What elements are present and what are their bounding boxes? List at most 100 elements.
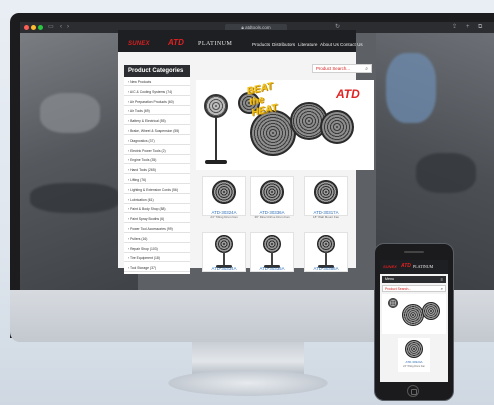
category-item[interactable]: › Lighting & Extension Cords (56)	[124, 186, 190, 194]
mobile-product-card[interactable]: ATD-30324A 24" Tilting Drum Fan	[398, 338, 430, 372]
product-description: 18" Wall Mount Fan	[312, 215, 340, 219]
minimize-window-button[interactable]	[31, 25, 36, 30]
product-image	[223, 252, 225, 266]
platinum-logo[interactable]: PLATINUM	[198, 40, 248, 48]
category-label: Paint & Body Shop (88)	[130, 207, 166, 212]
product-image	[325, 252, 327, 266]
mobile-menu-bar[interactable]: Menu ≡	[382, 276, 446, 283]
category-item[interactable]: › Engine Tools (35)	[124, 156, 190, 165]
iphone-speaker	[404, 251, 424, 253]
nav-literature[interactable]: Literature	[298, 42, 317, 48]
category-item[interactable]: › New Products	[124, 78, 190, 86]
category-item[interactable]: › Air Preparation Products (60)	[124, 98, 190, 106]
category-label: Tool Storage (37)	[130, 266, 157, 271]
category-label: New Products	[130, 80, 152, 84]
category-item[interactable]: › Electric Power Tools (2)	[124, 147, 190, 155]
iphone-home-button[interactable]	[407, 385, 419, 397]
category-label: Lubrication (61)	[130, 197, 154, 202]
mobile-product-sku[interactable]: ATD-30324A	[398, 360, 430, 364]
category-item[interactable]: › Diagnostics (37)	[124, 137, 190, 145]
mobile-fan-image	[388, 298, 398, 308]
new-tab-icon[interactable]: +	[466, 23, 470, 32]
product-description: Pedestal Fan	[263, 271, 281, 275]
category-label: Engine Tools (35)	[130, 158, 157, 163]
category-label: Diagnostics (37)	[130, 138, 155, 143]
product-description: Wall Mount Fan	[315, 271, 337, 275]
pedestal-base	[205, 160, 227, 164]
sidebar-title: Product Categories	[124, 65, 190, 77]
atd-logo[interactable]: ATD	[168, 39, 186, 47]
product-description: 36" Direct Drive Drum Fan	[254, 215, 290, 219]
product-image	[317, 235, 335, 253]
category-label: Lifting (76)	[130, 178, 147, 182]
mobile-search-input[interactable]: Product Search... ⌕	[382, 285, 446, 292]
mobile-product-image	[405, 340, 423, 358]
mobile-drum-fan-image	[422, 302, 440, 320]
category-item[interactable]: › Battery & Electrical (55)	[124, 117, 190, 126]
pedestal-fan-image	[204, 94, 228, 118]
share-icon[interactable]: ⇪	[452, 23, 457, 32]
mobile-banner[interactable]	[382, 294, 446, 334]
category-label: Pullers (16)	[130, 236, 148, 241]
forward-arrow-icon[interactable]: ›	[67, 23, 69, 32]
category-label: Air Tools (69)	[129, 109, 150, 114]
category-item[interactable]: › Hand Tools (265)	[124, 166, 190, 175]
mobile-sunex-logo[interactable]: SUNEX	[383, 264, 397, 269]
back-arrow-icon[interactable]: ‹	[60, 23, 62, 32]
category-label: Paint Spray Booths (6)	[130, 217, 165, 222]
mobile-search-placeholder: Product Search...	[385, 287, 412, 291]
category-label: Power Tool Accessories (99)	[130, 227, 173, 231]
sunex-logo[interactable]: SUNEX	[128, 41, 164, 47]
product-image	[260, 180, 284, 204]
drum-fan-image	[320, 110, 354, 144]
close-window-button[interactable]	[24, 25, 29, 30]
nav-products[interactable]: Products	[252, 42, 270, 48]
imac-stand-foot	[168, 370, 328, 396]
mobile-header: SUNEX ATD PLATINUM	[380, 260, 448, 274]
category-item[interactable]: › Pullers (16)	[124, 235, 190, 243]
mobile-drum-fan-image	[402, 304, 424, 326]
zoom-window-button[interactable]	[38, 25, 43, 30]
category-item[interactable]: › Repair Shop (103)	[124, 245, 190, 253]
hamburger-icon[interactable]: ≡	[441, 276, 443, 283]
product-image	[263, 235, 281, 253]
search-icon[interactable]: ⌕	[365, 65, 368, 73]
tabs-overview-icon[interactable]: ⧉	[478, 23, 482, 32]
mobile-product-desc: 24" Tilting Drum Fan	[403, 365, 425, 368]
iphone-screen: SUNEX ATD PLATINUM Menu ≡ Product Search…	[380, 260, 448, 382]
product-image	[271, 252, 273, 266]
nav-distributors[interactable]: Distributors	[272, 42, 295, 48]
category-label: Battery & Electrical (55)	[130, 119, 166, 124]
category-item[interactable]: › Tool Storage (37)	[124, 264, 190, 273]
search-placeholder: Product Search...	[316, 66, 350, 71]
category-item[interactable]: › Lifting (76)	[124, 176, 190, 184]
category-label: A/C & Cooling Systems (74)	[129, 89, 173, 94]
category-item[interactable]: › Paint Spray Booths (6)	[124, 215, 190, 224]
category-item[interactable]: › Lubrication (61)	[124, 196, 190, 204]
product-image	[212, 180, 236, 204]
mobile-menu-label: Menu	[385, 277, 394, 281]
sidebar-toggle-icon[interactable]: ▭	[48, 23, 54, 32]
category-label: Electric Power Tools (2)	[130, 148, 166, 153]
nav-about-us[interactable]: About Us	[320, 42, 339, 48]
category-item[interactable]: › Tire Equipment (18)	[124, 254, 190, 263]
pedestal-pole	[215, 117, 217, 161]
product-image	[215, 235, 233, 253]
category-item[interactable]: › Paint & Body Shop (88)	[124, 205, 190, 214]
product-search-input[interactable]: Product Search... ⌕	[312, 64, 372, 73]
category-item[interactable]: › Brake, Wheel & Suspension (55)	[124, 127, 190, 135]
banner-atd-logo: ATD	[336, 87, 360, 101]
category-label: Brake, Wheel & Suspension (55)	[130, 129, 180, 133]
mobile-atd-logo[interactable]: ATD	[401, 263, 411, 269]
category-label: Air Preparation Products (60)	[129, 99, 174, 104]
category-item[interactable]: › Power Tool Accessories (99)	[124, 225, 190, 233]
category-label: Repair Shop (103)	[130, 246, 158, 251]
category-label: Tire Equipment (18)	[130, 256, 160, 261]
category-label: Hand Tools (265)	[130, 168, 156, 173]
product-image	[314, 180, 338, 204]
mobile-search-icon[interactable]: ⌕	[441, 286, 443, 292]
mobile-platinum-logo[interactable]: PLATINUM	[413, 264, 433, 269]
category-item[interactable]: › Air Tools (69)	[124, 107, 190, 116]
nav-contact-us[interactable]: Contact Us	[340, 42, 363, 48]
category-item[interactable]: › A/C & Cooling Systems (74)	[124, 88, 190, 96]
